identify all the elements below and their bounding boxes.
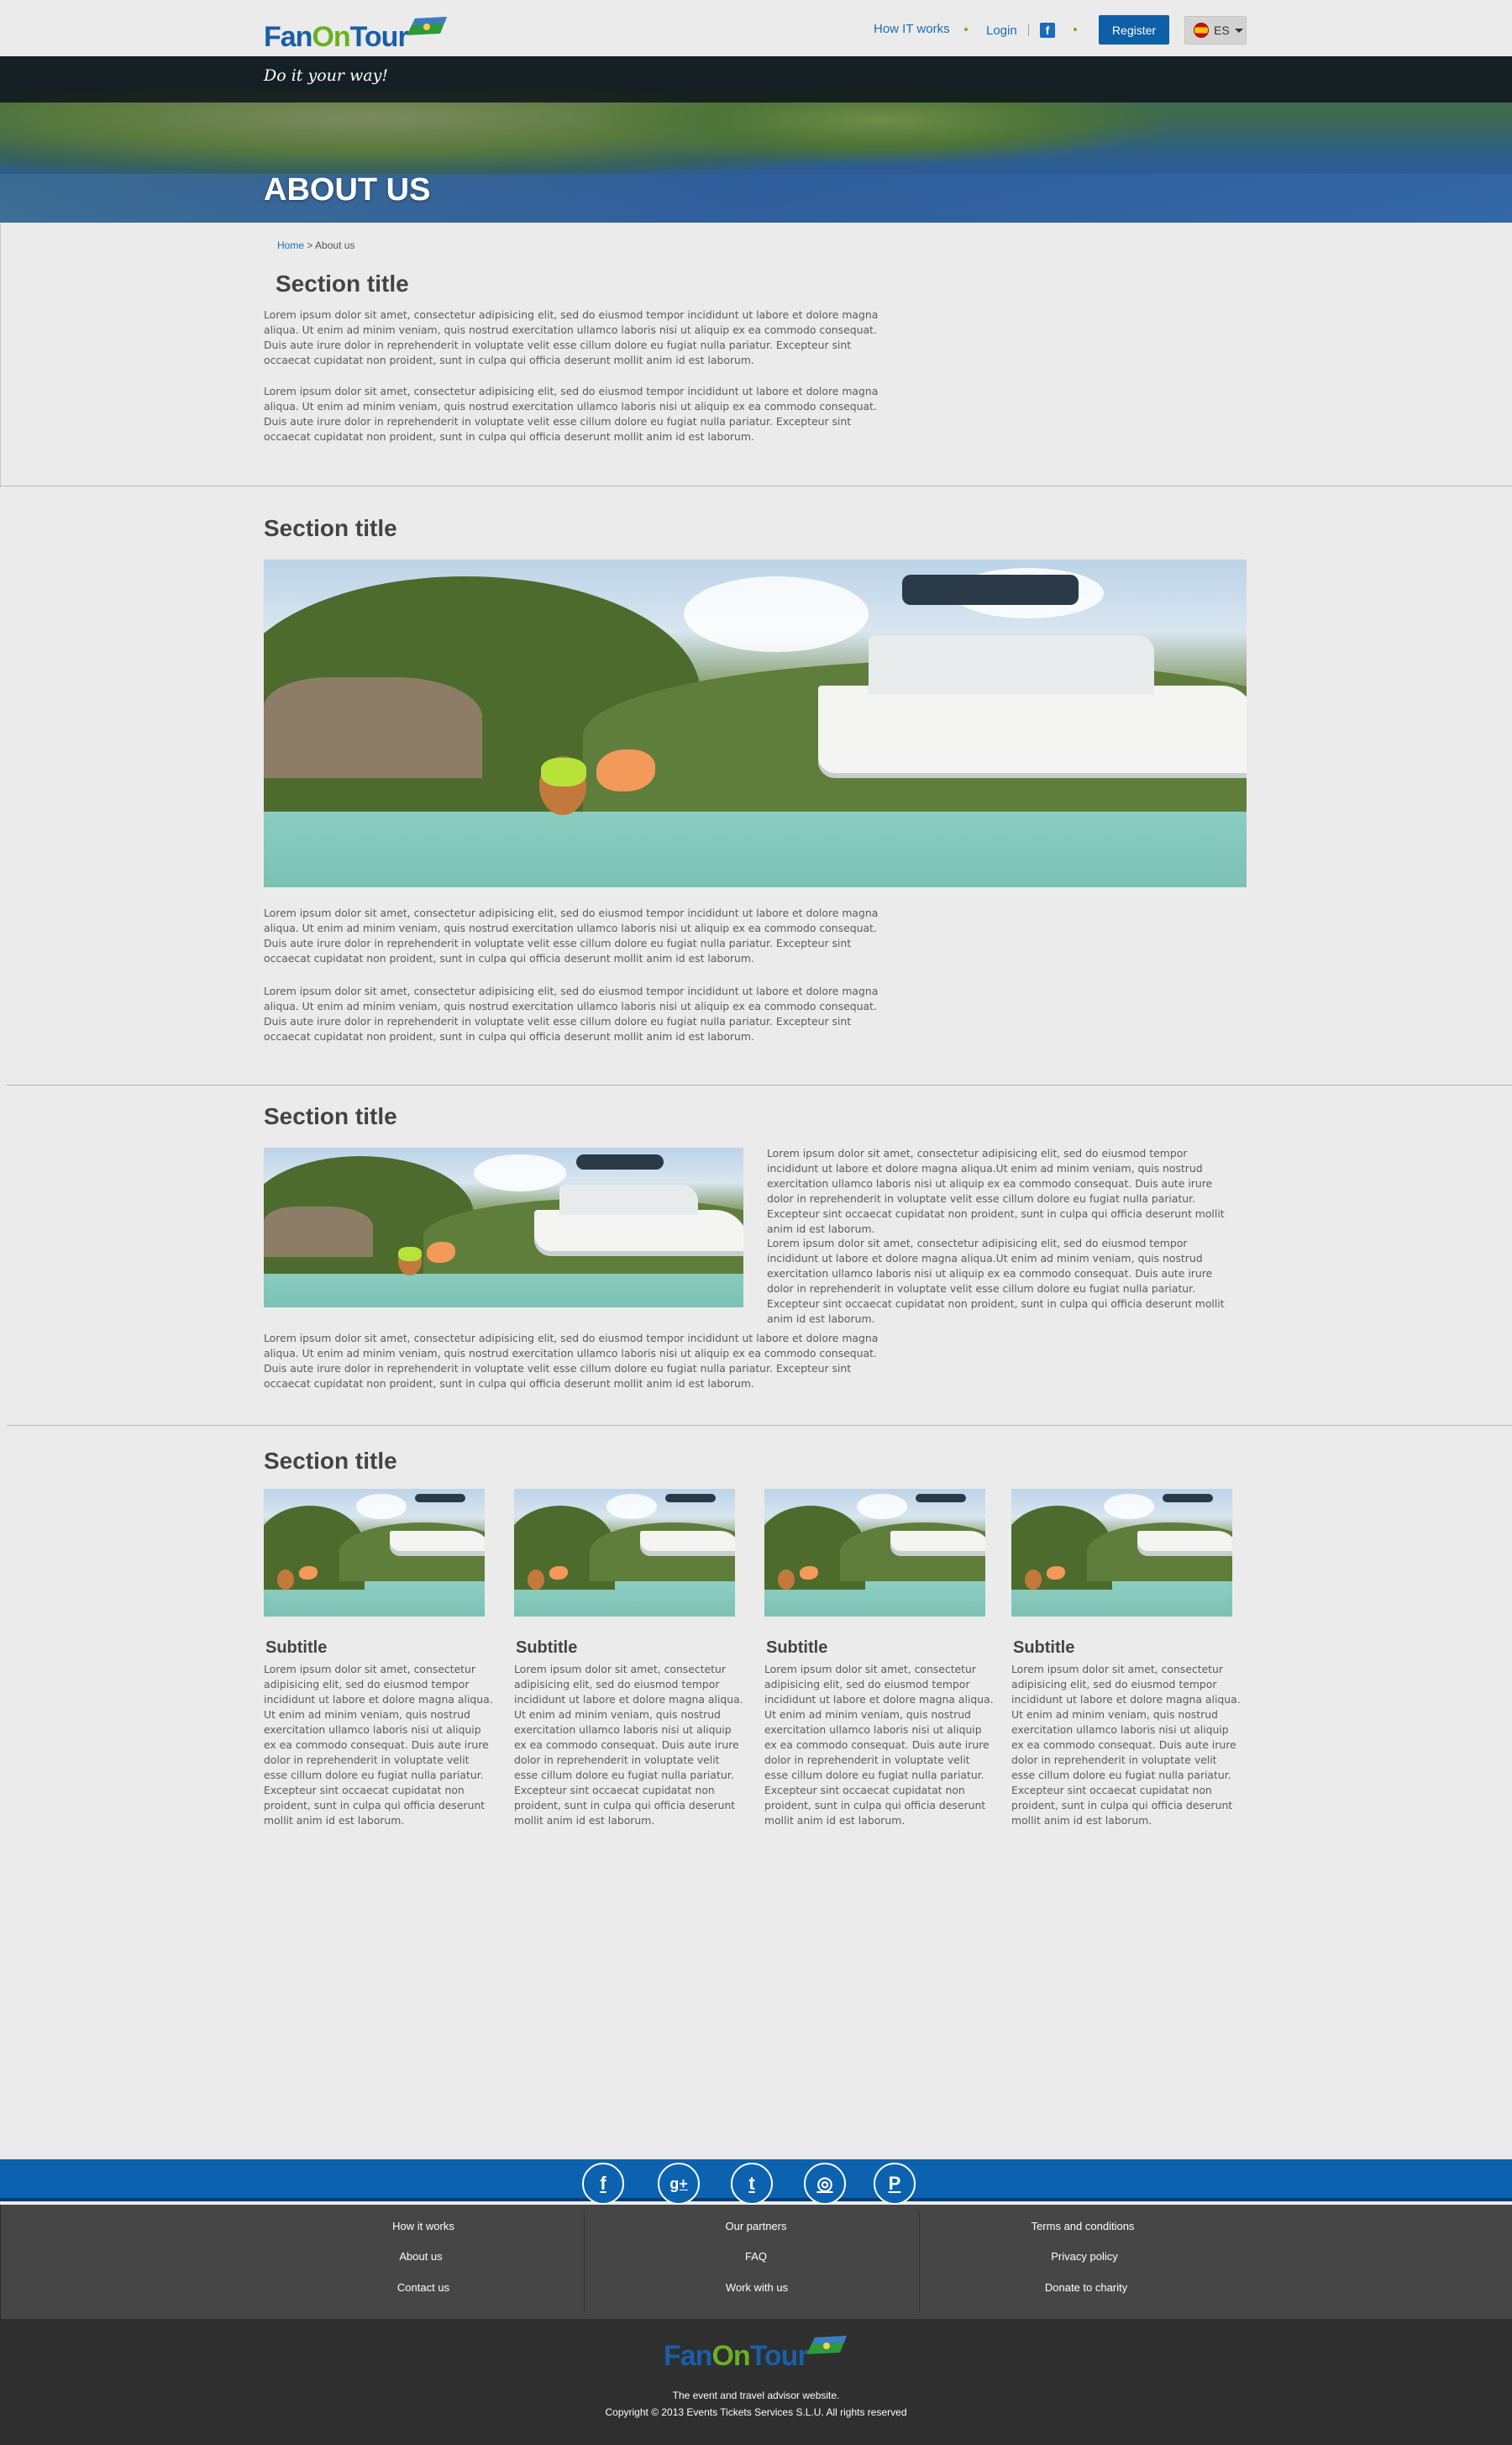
footer-link-faq[interactable]: FAQ: [745, 2250, 767, 2263]
footer-bottom: Fan On Tour The event and travel advisor w…: [0, 2319, 1512, 2445]
globe-icon: [406, 17, 447, 35]
section-title: Section title: [264, 1103, 397, 1129]
breadcrumb: Home > About us: [277, 239, 354, 251]
page-title: ABOUT US: [264, 172, 431, 208]
snorkel-yacht-photo: [264, 1148, 743, 1307]
footer-links: How it works About us Contact us Our par…: [0, 2205, 1512, 2319]
social-bar: f g+ t ◎ P: [0, 2159, 1512, 2205]
facebook-icon[interactable]: f: [582, 2163, 624, 2205]
snorkel-yacht-photo: [264, 560, 1247, 887]
side-paragraph: Lorem ipsum dolor sit amet, consectetur …: [767, 1147, 1225, 1235]
facebook-icon[interactable]: f: [1040, 23, 1055, 38]
footer-logo[interactable]: Fan On Tour: [664, 2331, 850, 2373]
language-code: ES: [1214, 24, 1230, 37]
top-bar: Fan On Tour How IT works Login f Register …: [0, 0, 1512, 56]
footer-description: The event and travel advisor website.: [672, 2390, 840, 2401]
section-title: Section title: [264, 1448, 397, 1474]
footer-link-about-us[interactable]: About us: [399, 2250, 442, 2263]
breadcrumb-home[interactable]: Home: [277, 239, 304, 251]
logo-word-tour: Tour: [349, 21, 409, 53]
card-text: Lorem ipsum dolor sit amet, consectetur …: [1011, 1663, 1241, 1827]
footer-link-donate[interactable]: Donate to charity: [1045, 2281, 1127, 2294]
logo-word-tour: Tour: [749, 2340, 809, 2372]
footer-link-terms[interactable]: Terms and conditions: [1032, 2220, 1135, 2232]
footer-column-divider: [919, 2211, 920, 2312]
google-plus-icon[interactable]: g+: [658, 2163, 700, 2205]
logo-word-fan: Fan: [664, 2340, 712, 2372]
section-title: Section title: [264, 515, 397, 541]
card-text: Lorem ipsum dolor sit amet, consectetur …: [514, 1663, 743, 1827]
side-paragraph: Lorem ipsum dolor sit amet, consectetur …: [767, 1237, 1225, 1325]
divider: [0, 223, 1, 487]
nav-how-it-works[interactable]: How IT works: [874, 22, 950, 36]
hero-lake: [0, 174, 1512, 223]
twitter-icon[interactable]: t: [731, 2163, 773, 2205]
card-image: [514, 1489, 735, 1617]
footer-link-contact-us[interactable]: Contact us: [397, 2281, 449, 2294]
card-text: Lorem ipsum dolor sit amet, consectetur …: [764, 1663, 994, 1827]
caret-down-icon: [1234, 28, 1243, 33]
language-selector[interactable]: ES: [1184, 16, 1247, 45]
card-subtitle: Subtitle: [766, 1638, 828, 1657]
card-text: Lorem ipsum dolor sit amet, consectetur …: [264, 1663, 493, 1827]
section-paragraph: Lorem ipsum dolor sit amet, consectetur …: [264, 985, 879, 1043]
pinterest-icon[interactable]: P: [874, 2163, 916, 2205]
card-subtitle: Subtitle: [265, 1638, 328, 1657]
section-divider: [7, 1425, 1512, 1426]
footer-column-divider: [584, 2211, 585, 2312]
footer-link-privacy[interactable]: Privacy policy: [1051, 2250, 1117, 2263]
card-image: [1011, 1489, 1232, 1617]
logo-word-on: On: [711, 2340, 750, 2372]
nav-login[interactable]: Login: [986, 24, 1017, 38]
footer-copyright: Copyright © 2013 Events Tickets Services…: [605, 2406, 907, 2418]
nav-separator-dot: [1074, 28, 1077, 31]
register-button[interactable]: Register: [1099, 15, 1169, 45]
logo-word-fan: Fan: [264, 21, 312, 53]
section-paragraph: Lorem ipsum dolor sit amet, consectetur …: [264, 907, 879, 965]
globe-icon: [806, 2336, 847, 2354]
tagline: Do it your way!: [264, 66, 388, 85]
section-paragraph: Lorem ipsum dolor sit amet, consectetur …: [264, 308, 879, 366]
brand-logo[interactable]: Fan On Tour: [264, 12, 450, 54]
instagram-icon[interactable]: ◎: [804, 2163, 846, 2205]
section-paragraph: Lorem ipsum dolor sit amet, consectetur …: [264, 385, 879, 443]
nav-separator-dot: [964, 28, 968, 31]
spain-flag-icon: [1194, 23, 1209, 38]
card-subtitle: Subtitle: [516, 1638, 578, 1657]
logo-word-on: On: [312, 21, 350, 53]
hero-banner: Do it your way! ABOUT US: [0, 56, 1512, 223]
card-image: [764, 1489, 985, 1617]
footer-link-how-it-works[interactable]: How it works: [392, 2220, 454, 2232]
nav-separator: [1028, 24, 1029, 36]
footer-link-our-partners[interactable]: Our partners: [726, 2220, 787, 2232]
footer-link-work-with-us[interactable]: Work with us: [726, 2281, 788, 2294]
tagline-strip: [0, 56, 1512, 103]
card-subtitle: Subtitle: [1013, 1638, 1075, 1657]
section-title: Section title: [276, 271, 409, 297]
section-divider: [7, 1085, 1512, 1086]
breadcrumb-current: About us: [315, 239, 355, 251]
card-image: [264, 1489, 485, 1617]
section-paragraph: Lorem ipsum dolor sit amet, consectetur …: [264, 1332, 879, 1390]
breadcrumb-separator: >: [307, 239, 313, 251]
